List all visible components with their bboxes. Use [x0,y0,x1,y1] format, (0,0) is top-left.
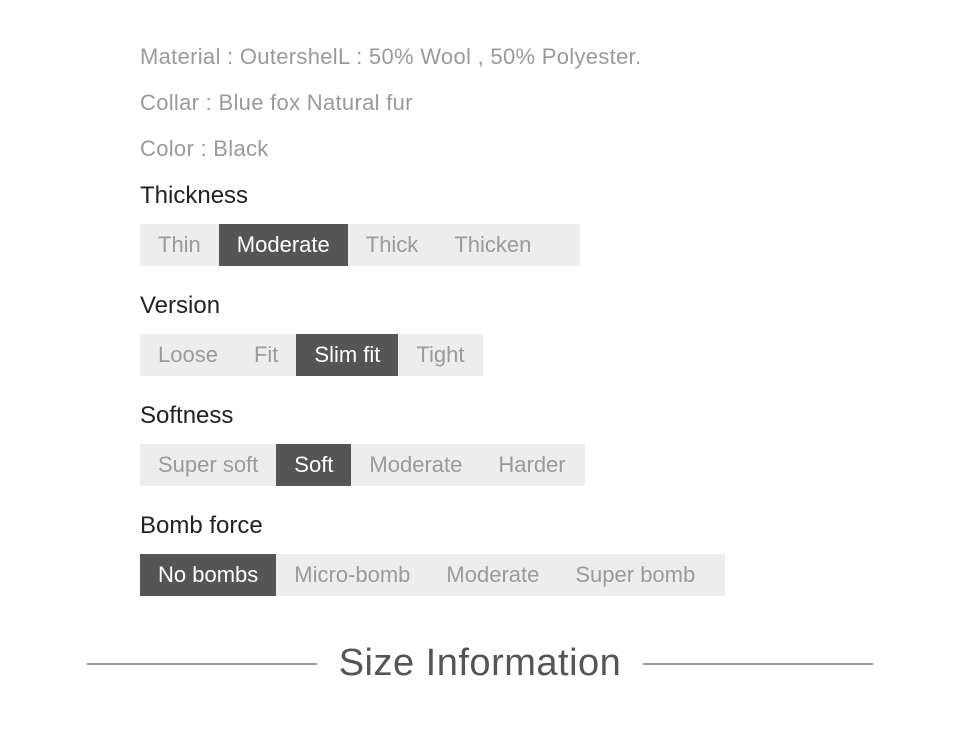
option-thickness-moderate[interactable]: Moderate [219,224,348,266]
option-thickness-thicken[interactable]: Thicken [436,224,549,266]
category-bombforce: Bomb force No bombsMicro-bombModerateSupe… [140,512,960,596]
category-options-bombforce: No bombsMicro-bombModerateSuper bomb [140,554,725,596]
divider-right [643,663,873,665]
option-version-loose[interactable]: Loose [140,334,236,376]
option-thickness-thin[interactable]: Thin [140,224,219,266]
size-info-title: Size Information [317,642,644,685]
option-softness-super-soft[interactable]: Super soft [140,444,276,486]
category-title-softness: Softness [140,402,960,430]
option-softness-soft[interactable]: Soft [276,444,351,486]
spec-material: Material : OutershelL : 50% Wool , 50% P… [140,44,960,70]
option-bombforce-no-bombs[interactable]: No bombs [140,554,276,596]
option-version-fit[interactable]: Fit [236,334,296,376]
category-options-thickness: ThinModerateThickThicken [140,224,580,266]
option-softness-moderate[interactable]: Moderate [351,444,480,486]
category-thickness: Thickness ThinModerateThickThicken [140,182,960,266]
option-bombforce-super-bomb[interactable]: Super bomb [557,554,713,596]
spec-collar: Collar : Blue fox Natural fur [140,90,960,116]
spec-color: Color : Black [140,136,960,162]
option-version-slim-fit[interactable]: Slim fit [296,334,398,376]
option-bombforce-moderate[interactable]: Moderate [428,554,557,596]
category-title-bombforce: Bomb force [140,512,960,540]
category-version: Version LooseFitSlim fitTight [140,292,960,376]
size-info-section: Size Information [0,642,960,685]
option-bombforce-micro-bomb[interactable]: Micro-bomb [276,554,428,596]
divider-left [87,663,317,665]
option-softness-harder[interactable]: Harder [480,444,583,486]
option-version-tight[interactable]: Tight [398,334,482,376]
category-title-version: Version [140,292,960,320]
option-thickness-thick[interactable]: Thick [348,224,437,266]
category-softness: Softness Super softSoftModerateHarder [140,402,960,486]
category-options-version: LooseFitSlim fitTight [140,334,483,376]
category-title-thickness: Thickness [140,182,960,210]
category-options-softness: Super softSoftModerateHarder [140,444,585,486]
